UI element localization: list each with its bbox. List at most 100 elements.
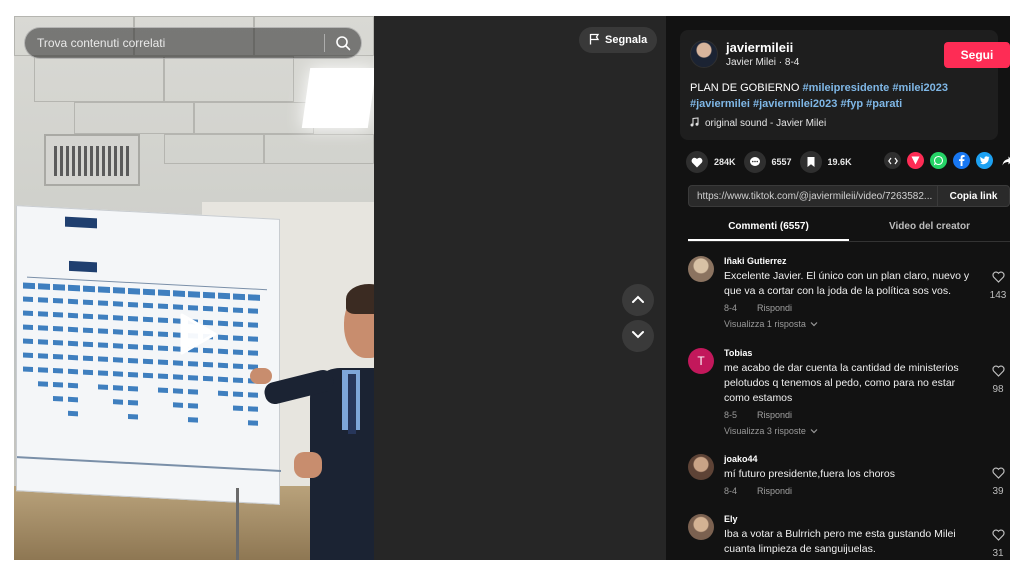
chart-node <box>23 282 35 290</box>
comment-button[interactable]: 6557 <box>743 151 792 173</box>
chart-node <box>233 321 243 327</box>
comment-like-button[interactable]: 31 <box>986 528 1010 559</box>
tiktok-video-page: Segnala javiermileii Javier Milei · 8-4 … <box>14 16 1010 560</box>
chart-node <box>158 331 168 338</box>
chart-node <box>83 299 93 306</box>
chart-node <box>83 369 93 376</box>
view-replies-button[interactable]: Visualizza 3 risposte <box>724 426 974 436</box>
panel-tabs: Commenti (6557) Video del creator <box>688 216 1010 242</box>
flag-icon <box>589 33 600 48</box>
chart-node <box>128 371 138 378</box>
comment-username[interactable]: joako44 <box>724 454 974 464</box>
chart-node <box>68 354 78 361</box>
ceiling-tile <box>164 56 294 102</box>
chart-node <box>143 302 153 309</box>
commenter-avatar[interactable] <box>688 514 714 540</box>
author-username[interactable]: javiermileii <box>726 40 793 55</box>
hashtag[interactable]: #mileipresidente <box>802 82 889 94</box>
engagement-stats: 284K 6557 19.6K <box>686 150 860 174</box>
share-link-box: https://www.tiktok.com/@javiermileii/vid… <box>688 185 1010 207</box>
comment-username[interactable]: Tobias <box>724 348 974 358</box>
author-meta: Javier Milei · 8-4 <box>726 57 800 68</box>
chart-node <box>188 305 198 311</box>
twitter-icon[interactable] <box>976 152 993 169</box>
reply-button[interactable]: Rispondi <box>757 486 792 496</box>
chart-node <box>68 382 78 389</box>
chart-node <box>188 291 200 298</box>
comment-like-button[interactable]: 98 <box>986 364 1010 395</box>
chart-node <box>113 343 123 349</box>
save-button[interactable]: 19.6K <box>799 151 852 173</box>
chart-node <box>113 287 125 294</box>
hashtag[interactable]: #javiermilei2023 <box>753 98 837 110</box>
chart-node <box>83 355 93 362</box>
chart-node <box>38 283 50 290</box>
chart-node <box>113 357 123 363</box>
board-stand <box>236 488 239 560</box>
related-search-bar[interactable] <box>24 27 362 59</box>
video-link[interactable]: https://www.tiktok.com/@javiermileii/vid… <box>689 191 937 202</box>
copy-link-button[interactable]: Copia link <box>937 186 1009 206</box>
chart-node <box>83 285 95 293</box>
hashtag[interactable]: #parati <box>866 98 902 110</box>
hashtag[interactable]: #fyp <box>840 98 863 110</box>
reply-button[interactable]: Rispondi <box>757 410 792 420</box>
chart-node <box>233 307 243 313</box>
chart-node <box>233 405 243 411</box>
send-to-friends-icon[interactable] <box>907 152 924 169</box>
hashtag[interactable]: #javiermilei <box>690 98 750 110</box>
chart-node <box>158 373 168 380</box>
chart-node <box>38 367 48 373</box>
chart-node <box>98 356 108 362</box>
facebook-icon[interactable] <box>953 152 970 169</box>
chart-node <box>38 339 48 345</box>
share-arrow-icon[interactable] <box>999 152 1010 169</box>
chart-node <box>143 372 153 379</box>
chevron-down-icon <box>631 327 645 345</box>
chart-node <box>218 306 228 313</box>
search-input[interactable] <box>25 28 324 58</box>
comment-username[interactable]: Iñaki Gutierrez <box>724 256 974 266</box>
report-button[interactable]: Segnala <box>579 27 658 53</box>
comment-like-button[interactable]: 39 <box>986 466 1010 497</box>
like-button[interactable]: 284K <box>686 151 736 173</box>
play-icon[interactable] <box>178 312 218 356</box>
comment-username[interactable]: Ely <box>724 514 974 524</box>
chart-node <box>143 344 153 351</box>
chart-node <box>188 361 198 367</box>
comment-like-count: 31 <box>992 548 1004 559</box>
follow-button[interactable]: Segui <box>944 42 1010 68</box>
tab-creator-videos[interactable]: Video del creator <box>849 216 1010 241</box>
chart-node <box>128 413 138 420</box>
previous-video-button[interactable] <box>622 284 654 316</box>
comment-like-button[interactable]: 143 <box>986 270 1010 301</box>
post-date: 8-4 <box>784 57 800 68</box>
chart-node <box>173 402 183 408</box>
search-icon[interactable] <box>325 28 361 58</box>
heart-outline-icon <box>991 364 1005 381</box>
chart-node <box>203 361 213 368</box>
chart-node <box>53 312 63 318</box>
sound-link[interactable]: original sound - Javier Milei <box>690 117 826 130</box>
chart-node <box>98 286 110 294</box>
next-video-button[interactable] <box>622 320 654 352</box>
view-replies-button[interactable]: Visualizza 1 risposta <box>724 319 974 329</box>
chart-node <box>113 315 123 321</box>
reply-button[interactable]: Rispondi <box>757 303 792 313</box>
comment-date: 8-4 <box>724 486 738 496</box>
embed-icon[interactable] <box>884 152 901 169</box>
video-player[interactable]: Segnala <box>14 16 666 560</box>
chart-node <box>218 390 228 397</box>
comment-count: 6557 <box>771 157 792 167</box>
whatsapp-icon[interactable] <box>930 152 947 169</box>
tab-comments[interactable]: Commenti (6557) <box>688 216 849 241</box>
author-avatar[interactable] <box>690 40 718 68</box>
commenter-avatar[interactable] <box>688 454 714 480</box>
comment-text: me acabo de dar cuenta la cantidad de mi… <box>724 362 959 404</box>
commenter-avatar[interactable] <box>688 256 714 282</box>
commenter-avatar[interactable]: T <box>688 348 714 374</box>
comment-like-count: 98 <box>992 384 1004 395</box>
heart-outline-icon <box>991 466 1005 483</box>
hashtag[interactable]: #milei2023 <box>892 82 948 94</box>
chart-node <box>23 324 33 330</box>
